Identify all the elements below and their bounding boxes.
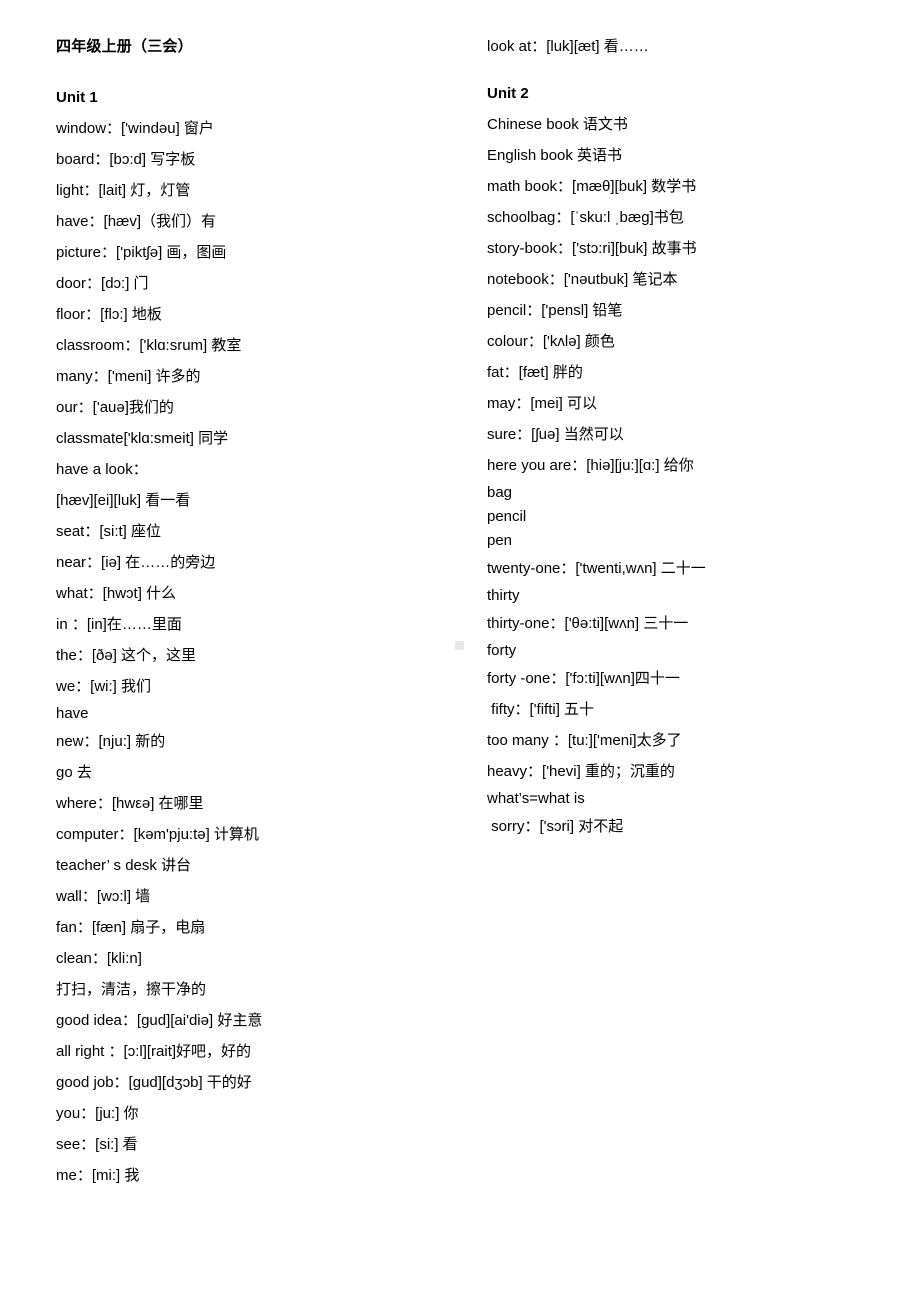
left-entry-list: window：['windəu] 窗户 board：[bɔ:d] 写字板 light…: [56, 113, 456, 1191]
left-column: 四年级上册（三会） Unit 1 window：['windəu] 窗户 boar…: [56, 0, 456, 1191]
top-spacer-right: [487, 0, 887, 31]
right-entry-list: Chinese book 语文书 English book 英语书 math boo…: [487, 109, 887, 842]
vocabulary-entry: me：[mi:] 我: [56, 1167, 140, 1184]
vocabulary-entry: clean：[kli:n]: [56, 950, 142, 967]
vocabulary-entry: the：[ðə] 这个，这里: [56, 647, 197, 664]
vocabulary-entry: heavy：['hevi] 重的；沉重的: [487, 763, 675, 780]
vocabulary-entry: floor：[flɔ:] 地板: [56, 306, 162, 323]
vocabulary-entry: teacher’ s desk 讲台: [56, 857, 192, 874]
vocabulary-entry: see：[si:] 看: [56, 1136, 138, 1153]
document-page: 四年级上册（三会） Unit 1 window：['windəu] 窗户 boar…: [0, 0, 920, 1302]
lead-gap: [487, 62, 887, 78]
title-gap: [56, 62, 456, 82]
vocabulary-entry: pencil: [487, 508, 527, 525]
vocabulary-entry: fan：[fæn] 扇子，电扇: [56, 919, 206, 936]
unit-heading-1: Unit 1: [56, 89, 98, 106]
vocabulary-entry: door：[dɔ:] 门: [56, 275, 149, 292]
vocabulary-entry: have：[hæv]（我们）有: [56, 213, 217, 230]
vocabulary-entry: Chinese book 语文书: [487, 116, 628, 133]
vocabulary-entry: sure：[ʃuə] 当然可以: [487, 426, 624, 443]
vocabulary-entry: forty: [487, 642, 517, 659]
vocabulary-entry: here you are：[hiə][ju:][ɑ:] 给你: [487, 457, 694, 474]
vocabulary-entry: thirty: [487, 587, 520, 604]
vocabulary-entry: board：[bɔ:d] 写字板: [56, 151, 196, 168]
vocabulary-entry: fifty：['fifti] 五十: [487, 701, 595, 718]
vocabulary-entry: light：[lait] 灯，灯管: [56, 182, 191, 199]
lead-entry-look-at: look at：[luk][æt] 看……: [487, 38, 649, 55]
vocabulary-entry: you：[ju:] 你: [56, 1105, 139, 1122]
vocabulary-entry: we：[wi:] 我们: [56, 678, 152, 695]
vocabulary-entry: schoolbag：[ˈsku:l ˌbæg]书包: [487, 209, 684, 226]
vocabulary-entry: seat：[si:t] 座位: [56, 523, 162, 540]
vocabulary-entry: good job：[gud][dʒɔb] 干的好: [56, 1074, 252, 1091]
vocabulary-entry: pencil：['pensl] 铅笔: [487, 302, 623, 319]
vocabulary-entry: [hæv][ei][luk] 看一看: [56, 492, 191, 509]
vocabulary-entry: too many ：[tu:]['meni]太多了: [487, 732, 682, 749]
vocabulary-entry: sorry：['sɔri] 对不起: [487, 818, 624, 835]
vocabulary-entry: wall：[wɔ:l] 墙: [56, 888, 151, 905]
vocabulary-entry: picture：['piktʃə] 画，图画: [56, 244, 227, 261]
vocabulary-entry: story-book：['stɔ:ri][buk] 故事书: [487, 240, 697, 257]
vocabulary-entry: classroom：['klɑ:srum] 教室: [56, 337, 242, 354]
page-anchor-marker: [455, 641, 464, 650]
vocabulary-entry: our：['auə]我们的: [56, 399, 174, 416]
vocabulary-entry: twenty-one：['twenti,wʌn] 二十一: [487, 560, 706, 577]
vocabulary-entry: window：['windəu] 窗户: [56, 120, 214, 137]
vocabulary-entry: many：['meni] 许多的: [56, 368, 201, 385]
vocabulary-entry: math book：[mæθ][buk] 数学书: [487, 178, 697, 195]
vocabulary-entry: bag: [487, 484, 513, 501]
vocabulary-entry: thirty-one：['θə:ti][wʌn] 三十一: [487, 615, 689, 632]
vocabulary-entry: good idea：[gud][ai'diə] 好主意: [56, 1012, 263, 1029]
vocabulary-entry: may：[mei] 可以: [487, 395, 598, 412]
top-spacer-left: [56, 0, 456, 31]
vocabulary-entry: have a look：: [56, 461, 148, 478]
vocabulary-entry: where：[hwεə] 在哪里: [56, 795, 204, 812]
vocabulary-entry: in ：[in]在……里面: [56, 616, 182, 633]
vocabulary-entry: fat：[fæt] 胖的: [487, 364, 583, 381]
vocabulary-entry: 打扫，清洁，擦干净的: [56, 981, 207, 998]
vocabulary-entry: notebook：['nəutbuk] 笔记本: [487, 271, 678, 288]
vocabulary-entry: near：[iə] 在……的旁边: [56, 554, 216, 571]
vocabulary-entry: new：[nju:] 新的: [56, 733, 166, 750]
vocabulary-entry: have: [56, 705, 89, 722]
vocabulary-entry: English book 英语书: [487, 147, 623, 164]
vocabulary-entry: colour：['kʌlə] 颜色: [487, 333, 615, 350]
vocabulary-entry: classmate['klɑ:smeit] 同学: [56, 430, 229, 447]
vocabulary-entry: forty -one：['fɔ:ti][wʌn]四十一: [487, 670, 680, 687]
right-column: look at：[luk][æt] 看…… Unit 2 Chinese boo…: [487, 0, 887, 842]
unit-heading-2: Unit 2: [487, 85, 529, 102]
vocabulary-entry: what’s=what is: [487, 790, 585, 807]
vocabulary-entry: pen: [487, 532, 513, 549]
vocabulary-entry: what：[hwɔt] 什么: [56, 585, 177, 602]
vocabulary-entry: all right ：[ɔ:l][rait]好吧，好的: [56, 1043, 252, 1060]
page-title: 四年级上册（三会）: [56, 38, 193, 55]
vocabulary-entry: go 去: [56, 764, 92, 781]
vocabulary-entry: computer：[kəm'pju:tə] 计算机: [56, 826, 259, 843]
